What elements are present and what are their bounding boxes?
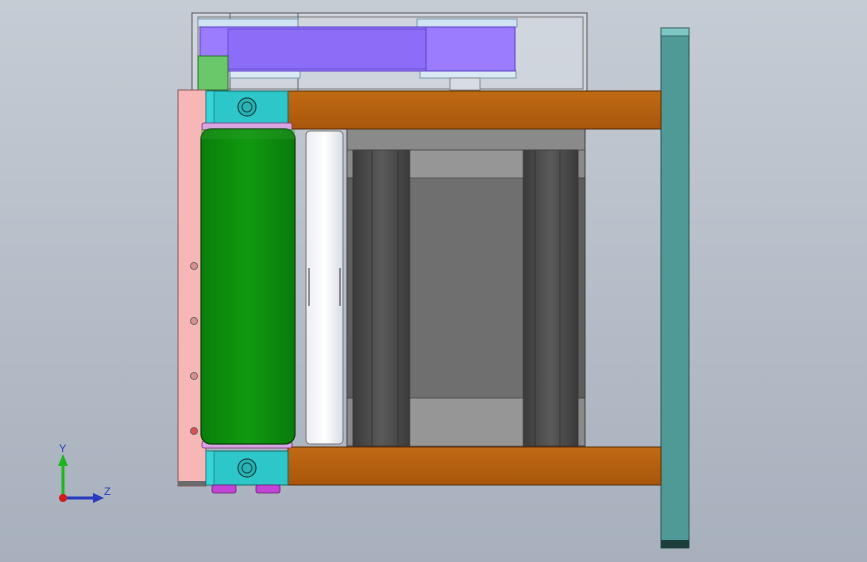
y-axis-label: Y [59,443,67,455]
top-plate[interactable] [287,90,662,130]
graphics-viewport[interactable]: Y Z [0,0,867,562]
timing-belt[interactable] [199,26,516,72]
z-axis-label: Z [104,486,111,498]
motor-body[interactable] [346,127,586,447]
mount-plate[interactable] [660,27,690,549]
origin-marker [59,494,67,502]
z-axis-arrow [93,493,104,503]
drive-roller[interactable] [200,128,296,445]
cad-model-view[interactable] [0,0,867,562]
y-axis-arrow [58,454,68,466]
sensor-block[interactable] [197,55,229,91]
idler-roller[interactable] [305,130,344,445]
bottom-plate[interactable] [287,446,662,486]
coordinate-triad: Y Z [58,443,111,503]
